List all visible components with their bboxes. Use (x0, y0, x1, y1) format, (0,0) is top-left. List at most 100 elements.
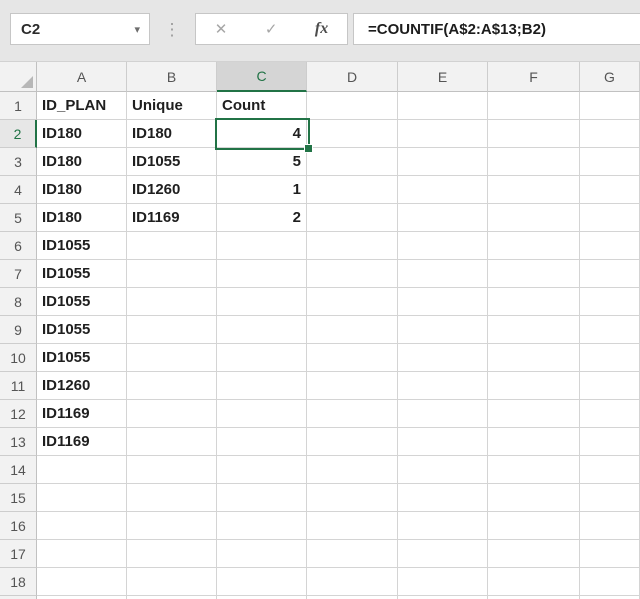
cell-C2[interactable]: 4 (217, 120, 307, 148)
cell-E14[interactable] (398, 456, 488, 484)
cell-B1[interactable]: Unique (127, 92, 217, 120)
cell-F15[interactable] (488, 484, 580, 512)
cell-E18[interactable] (398, 568, 488, 596)
cell-B4[interactable]: ID1260 (127, 176, 217, 204)
cell-B15[interactable] (127, 484, 217, 512)
cell-C15[interactable] (217, 484, 307, 512)
row-header-12[interactable]: 12 (0, 400, 37, 428)
row-header-6[interactable]: 6 (0, 232, 37, 260)
cell-C13[interactable] (217, 428, 307, 456)
cell-D2[interactable] (307, 120, 398, 148)
row-header-1[interactable]: 1 (0, 92, 37, 120)
cell-G13[interactable] (580, 428, 640, 456)
cell-A6[interactable]: ID1055 (37, 232, 127, 260)
cell-E17[interactable] (398, 540, 488, 568)
cell-B16[interactable] (127, 512, 217, 540)
cell-B5[interactable]: ID1169 (127, 204, 217, 232)
cell-C8[interactable] (217, 288, 307, 316)
row-header-4[interactable]: 4 (0, 176, 37, 204)
cell-C16[interactable] (217, 512, 307, 540)
cell-G5[interactable] (580, 204, 640, 232)
cell-B12[interactable] (127, 400, 217, 428)
cell-D3[interactable] (307, 148, 398, 176)
cell-B3[interactable]: ID1055 (127, 148, 217, 176)
formula-input[interactable]: =COUNTIF(A$2:A$13;B2) (353, 13, 640, 45)
cell-F11[interactable] (488, 372, 580, 400)
row-header-14[interactable]: 14 (0, 456, 37, 484)
cell-F2[interactable] (488, 120, 580, 148)
row-header-9[interactable]: 9 (0, 316, 37, 344)
cell-C10[interactable] (217, 344, 307, 372)
cell-G6[interactable] (580, 232, 640, 260)
row-header-2[interactable]: 2 (0, 120, 37, 148)
cell-G15[interactable] (580, 484, 640, 512)
cell-B17[interactable] (127, 540, 217, 568)
row-header-10[interactable]: 10 (0, 344, 37, 372)
cell-F13[interactable] (488, 428, 580, 456)
cell-C11[interactable] (217, 372, 307, 400)
cell-A11[interactable]: ID1260 (37, 372, 127, 400)
cell-F5[interactable] (488, 204, 580, 232)
cell-F18[interactable] (488, 568, 580, 596)
cell-D10[interactable] (307, 344, 398, 372)
cell-B11[interactable] (127, 372, 217, 400)
row-header-13[interactable]: 13 (0, 428, 37, 456)
row-header-5[interactable]: 5 (0, 204, 37, 232)
cell-B2[interactable]: ID180 (127, 120, 217, 148)
cell-C4[interactable]: 1 (217, 176, 307, 204)
cell-A4[interactable]: ID180 (37, 176, 127, 204)
cell-E8[interactable] (398, 288, 488, 316)
column-header-A[interactable]: A (37, 62, 127, 92)
cell-F9[interactable] (488, 316, 580, 344)
column-header-E[interactable]: E (398, 62, 488, 92)
cell-G11[interactable] (580, 372, 640, 400)
select-all-corner[interactable] (0, 62, 37, 92)
cell-G16[interactable] (580, 512, 640, 540)
row-header-15[interactable]: 15 (0, 484, 37, 512)
cell-F3[interactable] (488, 148, 580, 176)
cell-D9[interactable] (307, 316, 398, 344)
cell-G9[interactable] (580, 316, 640, 344)
cell-F6[interactable] (488, 232, 580, 260)
cell-E11[interactable] (398, 372, 488, 400)
cell-D16[interactable] (307, 512, 398, 540)
cell-D5[interactable] (307, 204, 398, 232)
cancel-icon[interactable]: ✕ (215, 20, 228, 38)
cell-D17[interactable] (307, 540, 398, 568)
cell-F7[interactable] (488, 260, 580, 288)
row-header-11[interactable]: 11 (0, 372, 37, 400)
cell-F14[interactable] (488, 456, 580, 484)
cell-E1[interactable] (398, 92, 488, 120)
row-header-18[interactable]: 18 (0, 568, 37, 596)
cell-D6[interactable] (307, 232, 398, 260)
cell-E7[interactable] (398, 260, 488, 288)
cell-D13[interactable] (307, 428, 398, 456)
cell-C18[interactable] (217, 568, 307, 596)
cell-A1[interactable]: ID_PLAN (37, 92, 127, 120)
cell-E9[interactable] (398, 316, 488, 344)
cell-G2[interactable] (580, 120, 640, 148)
cell-A18[interactable] (37, 568, 127, 596)
cell-D15[interactable] (307, 484, 398, 512)
cell-A17[interactable] (37, 540, 127, 568)
cell-B7[interactable] (127, 260, 217, 288)
cell-C1[interactable]: Count (217, 92, 307, 120)
cell-A10[interactable]: ID1055 (37, 344, 127, 372)
row-header-7[interactable]: 7 (0, 260, 37, 288)
cell-A15[interactable] (37, 484, 127, 512)
cell-A8[interactable]: ID1055 (37, 288, 127, 316)
cell-E13[interactable] (398, 428, 488, 456)
cell-E15[interactable] (398, 484, 488, 512)
cell-D12[interactable] (307, 400, 398, 428)
cell-A13[interactable]: ID1169 (37, 428, 127, 456)
cell-A7[interactable]: ID1055 (37, 260, 127, 288)
cell-C17[interactable] (217, 540, 307, 568)
cell-D14[interactable] (307, 456, 398, 484)
cell-G7[interactable] (580, 260, 640, 288)
cell-E3[interactable] (398, 148, 488, 176)
cell-C12[interactable] (217, 400, 307, 428)
cell-C5[interactable]: 2 (217, 204, 307, 232)
column-header-C[interactable]: C (217, 62, 307, 92)
cell-E5[interactable] (398, 204, 488, 232)
cell-B6[interactable] (127, 232, 217, 260)
